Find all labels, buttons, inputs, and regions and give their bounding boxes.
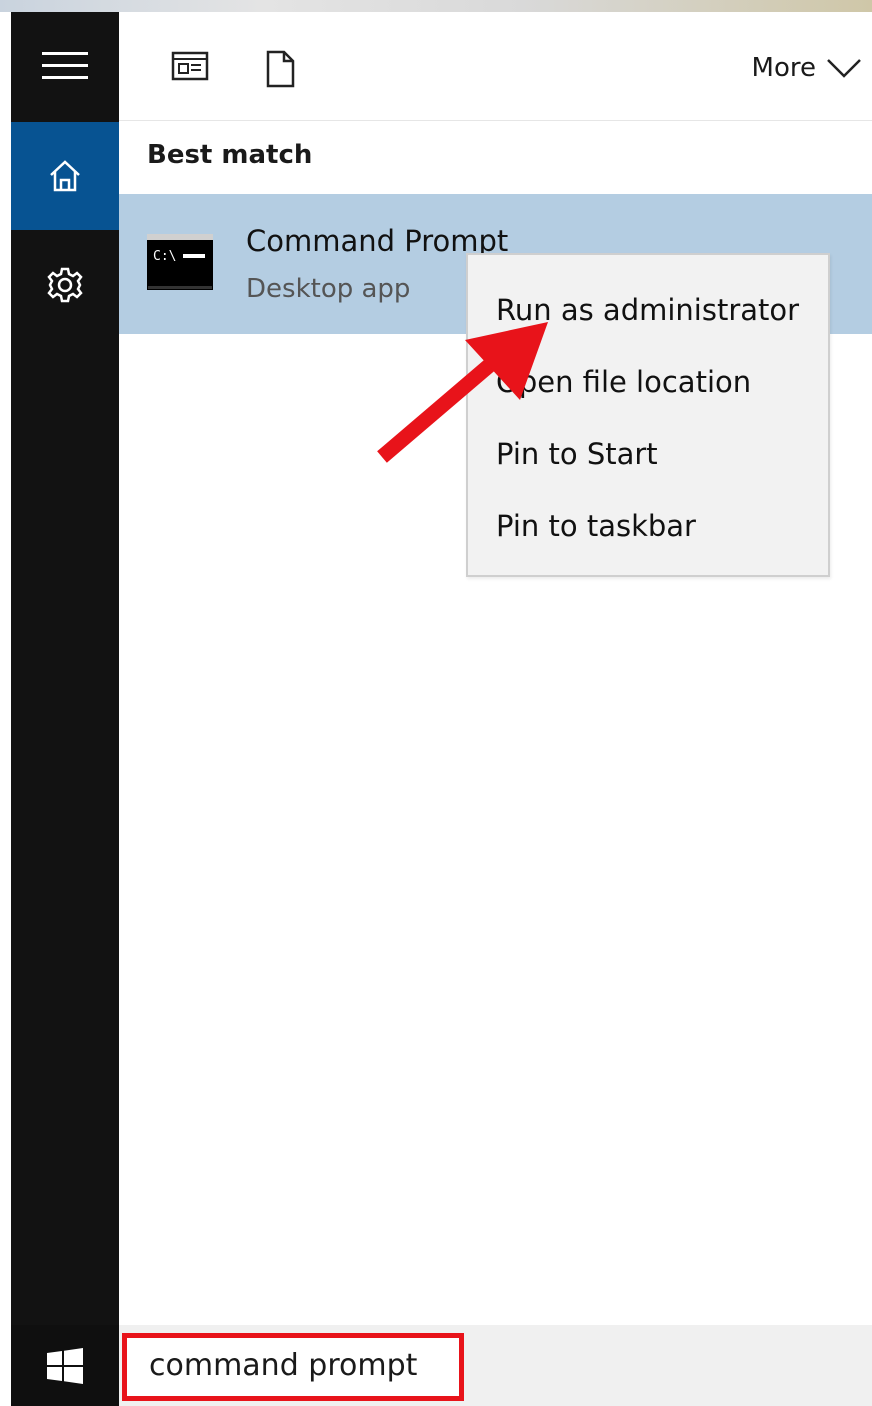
chevron-down-icon xyxy=(827,59,861,78)
home-icon xyxy=(50,160,80,192)
more-filters-button[interactable]: More xyxy=(752,50,862,86)
taskbar: command prompt xyxy=(11,1325,872,1406)
windows-logo-icon xyxy=(47,1347,83,1384)
document-icon xyxy=(266,50,295,88)
filter-toolbar: More xyxy=(119,12,872,121)
command-prompt-icon: C:\ xyxy=(147,234,213,290)
annotation-arrow-icon xyxy=(377,322,548,463)
command-prompt-app-icon: C:\ xyxy=(147,234,213,294)
hamburger-menu-button[interactable] xyxy=(11,12,119,120)
apps-filter-button[interactable] xyxy=(171,50,209,88)
home-button[interactable] xyxy=(11,122,119,230)
search-query-text: command prompt xyxy=(149,1348,418,1383)
svg-text:C:\: C:\ xyxy=(153,249,176,264)
search-results-panel: More Best match C:\ Command Prompt Deskt… xyxy=(119,12,872,1325)
start-button[interactable] xyxy=(11,1325,119,1406)
background-window-strip xyxy=(0,0,872,12)
settings-button[interactable] xyxy=(11,230,119,340)
menu-item-pin-to-taskbar[interactable]: Pin to taskbar xyxy=(496,496,696,556)
documents-filter-button[interactable] xyxy=(265,50,295,92)
hamburger-menu-icon xyxy=(42,52,88,79)
search-input[interactable]: command prompt xyxy=(122,1333,464,1401)
more-label: More xyxy=(751,53,816,83)
apps-icon xyxy=(171,51,209,81)
settings-gear-icon xyxy=(47,267,83,303)
screen-edge xyxy=(0,12,11,1406)
start-menu-rail xyxy=(11,12,119,1325)
best-match-heading: Best match xyxy=(147,140,313,170)
